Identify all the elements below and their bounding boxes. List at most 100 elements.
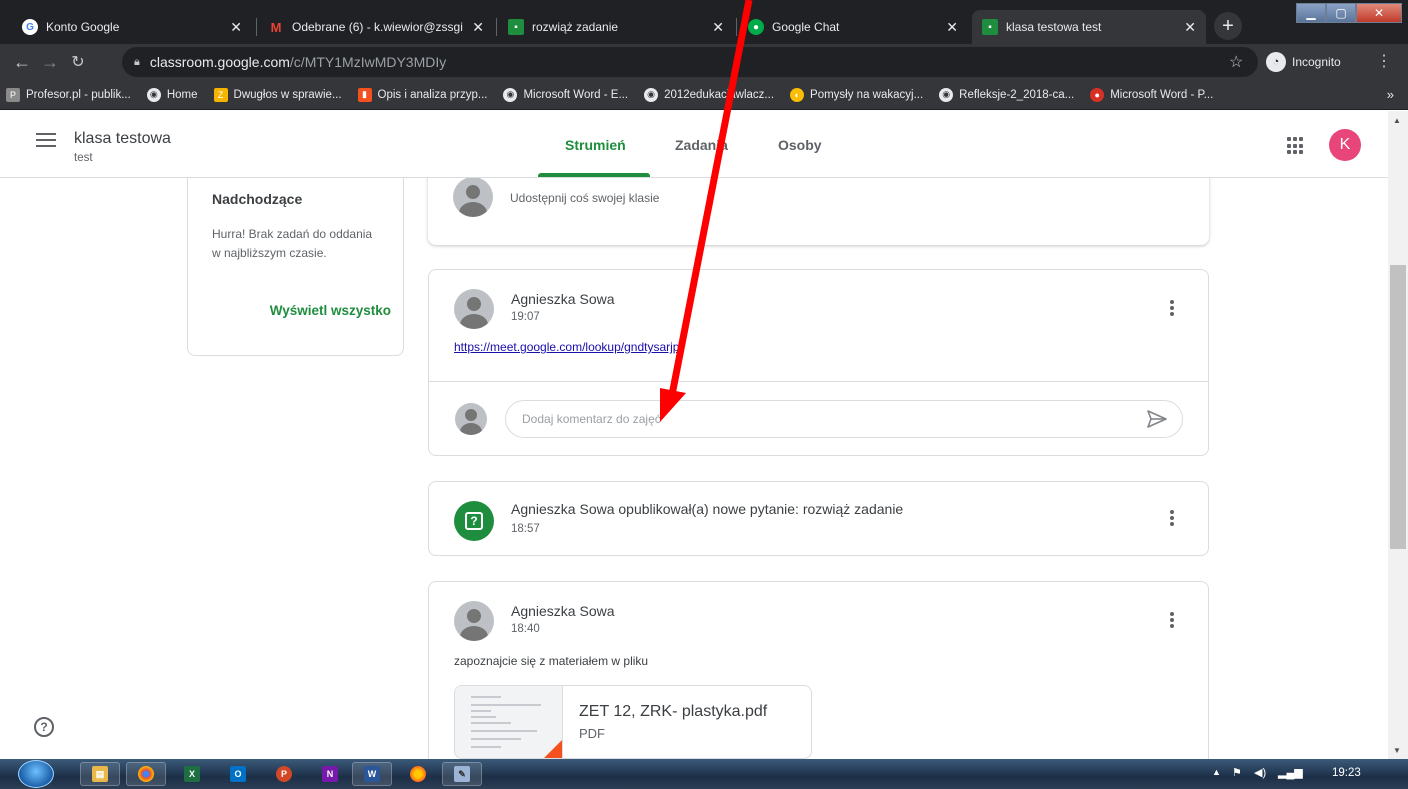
bookmark-label: 2012edukacjawlacz...	[664, 88, 775, 101]
close-icon[interactable]: ✕	[230, 19, 242, 36]
scroll-up-icon[interactable]: ▲	[1393, 116, 1401, 125]
more-options-icon[interactable]	[1170, 612, 1174, 630]
bookmark-label: Microsoft Word - P...	[1110, 88, 1214, 101]
incognito-label: Incognito	[1292, 55, 1341, 69]
bookmark-item[interactable]: ◉ 2012edukacjawlacz...	[644, 87, 775, 102]
taskbar-outlook[interactable]: O	[218, 762, 258, 786]
help-icon[interactable]: ?	[34, 717, 54, 737]
avatar	[454, 601, 494, 641]
bookmark-label: Microsoft Word - E...	[523, 88, 629, 101]
taskbar-explorer[interactable]: ▤	[80, 762, 120, 786]
google-icon: G	[22, 19, 38, 35]
new-tab-button[interactable]: +	[1214, 12, 1242, 40]
tab-gmail[interactable]: M Odebrane (6) - k.wiewior@zssgi ✕	[258, 10, 494, 44]
tray-expand-icon[interactable]: ▲	[1212, 767, 1221, 777]
tab-google-chat[interactable]: ● Google Chat ✕	[738, 10, 968, 44]
tab-konto-google[interactable]: G Konto Google ✕	[12, 10, 252, 44]
taskbar-onenote[interactable]: N	[310, 762, 350, 786]
share-placeholder[interactable]: Udostępnij coś swojej klasie	[510, 191, 659, 205]
account-avatar[interactable]: K	[1329, 129, 1361, 161]
close-icon[interactable]: ✕	[1184, 19, 1196, 36]
taskbar-firefox[interactable]	[398, 762, 438, 786]
post-time: 19:07	[511, 311, 540, 323]
post-time: 18:40	[511, 623, 540, 635]
windows-start-icon[interactable]	[18, 760, 54, 788]
upcoming-panel: Nadchodzące Hurra! Brak zadań do oddania…	[187, 178, 404, 356]
share-with-class-card[interactable]: Udostępnij coś swojej klasie	[428, 178, 1209, 245]
question-icon: ?	[454, 501, 494, 541]
dwuglos-icon: Z	[213, 87, 228, 102]
bookmarks-bar: P Profesor.pl - publik... ◉ Home Z Dwugłos …	[0, 80, 1408, 110]
bookmark-item[interactable]: Z Dwugłos w sprawie...	[213, 87, 342, 102]
comment-input[interactable]: Dodaj komentarz do zajęć	[505, 400, 1183, 438]
taskbar-word[interactable]: W	[352, 762, 392, 786]
tab-separator	[496, 18, 497, 36]
tab-rozwiaz-zadanie[interactable]: ▪ rozwiąż zadanie ✕	[498, 10, 734, 44]
close-icon[interactable]: ✕	[472, 19, 484, 36]
hamburger-menu-icon[interactable]	[36, 133, 56, 151]
chart-icon: ▮	[357, 87, 372, 102]
globe-icon: ◉	[503, 87, 518, 102]
meet-link[interactable]: https://meet.google.com/lookup/gndtysarj…	[454, 340, 679, 354]
stream-content: Nadchodzące Hurra! Brak zadań do oddania…	[0, 178, 1388, 759]
tab-stream[interactable]: Strumień	[565, 137, 626, 153]
tab-title: klasa testowa test	[1006, 20, 1102, 34]
incognito-indicator[interactable]: ◔ Incognito	[1266, 50, 1341, 74]
maximize-icon[interactable]: ▢	[1326, 3, 1356, 23]
taskbar-paint[interactable]: ✎	[442, 762, 482, 786]
scrollbar-thumb[interactable]	[1390, 265, 1406, 549]
attachment-type: PDF	[579, 726, 605, 741]
address-bar[interactable]: 🔒︎ classroom.google.com/c/MTY1MzIwMDY3MD…	[122, 47, 1258, 77]
windows-taskbar: ▤ X O P N W ✎ ▲ ⚑ ◀) ▂▄▆ 19:23	[0, 759, 1408, 789]
word-doc-icon: ●	[1090, 87, 1105, 102]
bookmark-item[interactable]: ◉ Microsoft Word - E...	[503, 87, 629, 102]
bookmark-item[interactable]: ● Microsoft Word - P...	[1090, 87, 1214, 102]
forward-icon[interactable]: →	[36, 52, 64, 73]
minimize-icon[interactable]: ▁	[1296, 3, 1326, 23]
google-apps-icon[interactable]	[1287, 137, 1305, 155]
close-window-icon[interactable]: ✕	[1356, 3, 1402, 23]
tab-classwork[interactable]: Zadania	[675, 137, 728, 153]
stream-post-question[interactable]: ? Agnieszka Sowa opublikował(a) nowe pyt…	[428, 481, 1209, 556]
browser-menu-icon[interactable]: ⋮	[1376, 51, 1392, 71]
bookmark-item[interactable]: ◉ Refleksje-2_2018-ca...	[939, 87, 1074, 102]
tab-title: Odebrane (6) - k.wiewior@zssgi	[292, 20, 463, 34]
taskbar-chrome[interactable]	[126, 762, 166, 786]
send-icon[interactable]	[1146, 409, 1168, 429]
taskbar-clock[interactable]: 19:23	[1332, 767, 1361, 779]
bookmarks-overflow-icon[interactable]: »	[1387, 87, 1394, 102]
taskbar-powerpoint[interactable]: P	[264, 762, 304, 786]
tab-separator	[256, 18, 257, 36]
signal-icon[interactable]: ▂▄▆	[1278, 766, 1303, 779]
bookmark-item[interactable]: ◉ Home	[146, 87, 198, 102]
post-author: Agnieszka Sowa	[511, 291, 615, 307]
close-icon[interactable]: ✕	[946, 19, 958, 36]
more-options-icon[interactable]	[1170, 300, 1174, 318]
bookmark-item[interactable]: ◐ Pomysły na wakacyj...	[790, 87, 923, 102]
post-time: 18:57	[511, 523, 540, 535]
bookmark-item[interactable]: ▮ Opis i analiza przyp...	[357, 87, 487, 102]
more-options-icon[interactable]	[1170, 510, 1174, 528]
bookmark-star-icon[interactable]: ☆	[1229, 52, 1243, 72]
close-icon[interactable]: ✕	[712, 19, 724, 36]
volume-icon[interactable]: ◀)	[1254, 766, 1266, 779]
flag-icon[interactable]: ⚑	[1232, 766, 1242, 779]
stream-post: Agnieszka Sowa 19:07 https://meet.google…	[428, 269, 1209, 456]
taskbar-excel[interactable]: X	[172, 762, 212, 786]
bookmark-label: Dwugłos w sprawie...	[233, 88, 342, 101]
tab-people[interactable]: Osoby	[778, 137, 822, 153]
pdf-attachment[interactable]: ZET 12, ZRK- plastyka.pdf PDF	[454, 685, 812, 759]
scroll-down-icon[interactable]: ▼	[1393, 746, 1401, 755]
view-all-link[interactable]: Wyświetl wszystko	[270, 303, 391, 318]
classroom-icon: ▪	[982, 19, 998, 35]
outlook-icon: O	[230, 766, 246, 782]
classroom-icon: ▪	[508, 19, 524, 35]
back-icon[interactable]: ←	[8, 52, 36, 73]
pdf-thumbnail	[455, 686, 563, 758]
browser-tabstrip: G Konto Google ✕ M Odebrane (6) - k.wiew…	[0, 0, 1408, 44]
reload-icon[interactable]: ↻	[64, 52, 92, 72]
bookmark-item[interactable]: P Profesor.pl - publik...	[6, 87, 131, 102]
tab-klasa-testowa[interactable]: ▪ klasa testowa test ✕	[972, 10, 1206, 44]
divider	[429, 381, 1208, 382]
class-name[interactable]: klasa testowa	[74, 130, 171, 148]
